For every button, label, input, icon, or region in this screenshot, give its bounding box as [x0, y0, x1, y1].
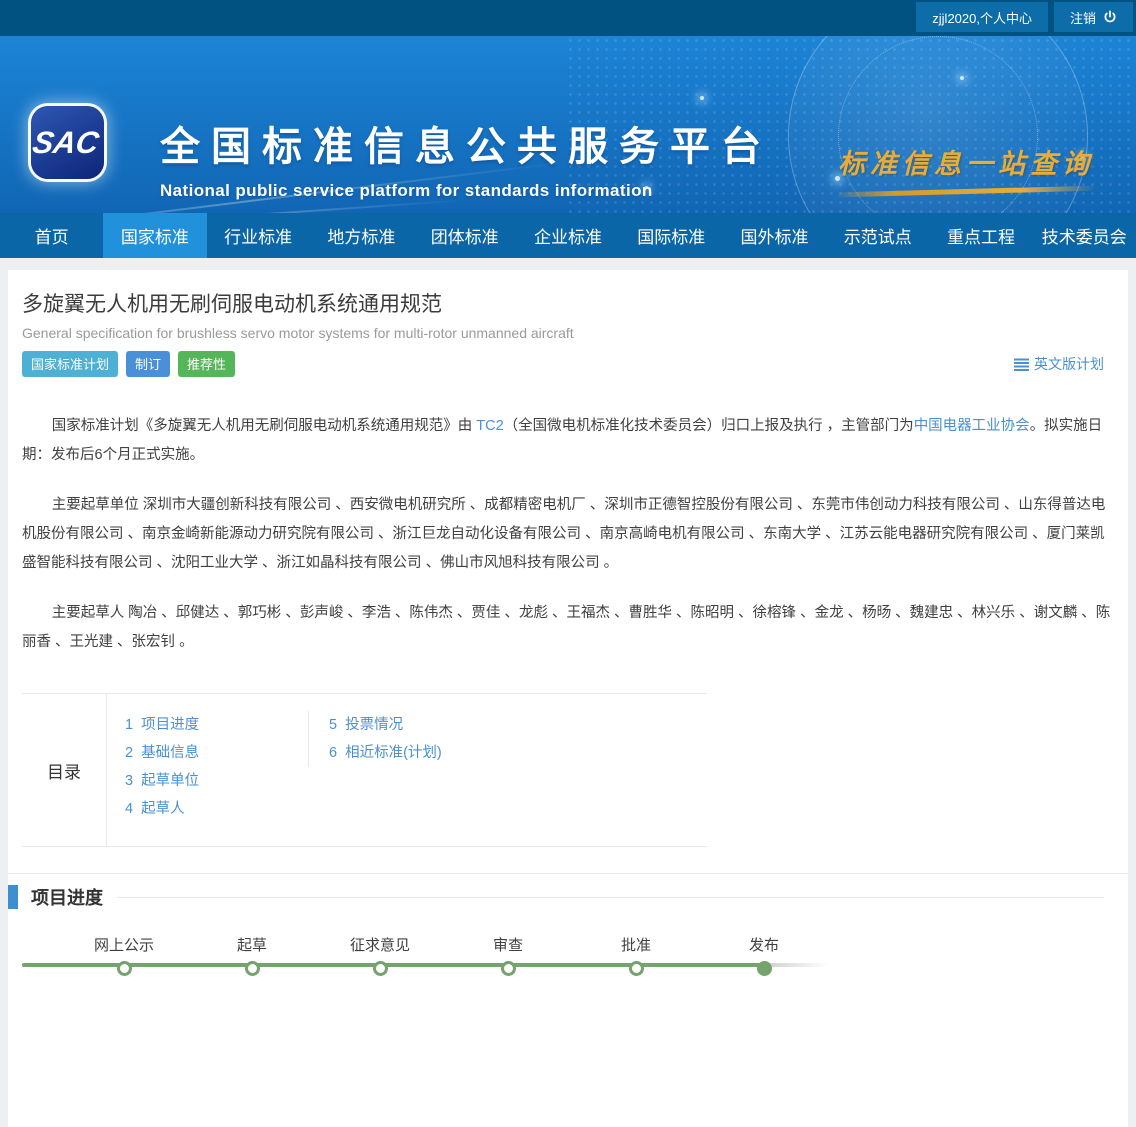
sac-logo[interactable]: SAC	[31, 106, 104, 179]
slogan-text: 标准信息一站查询	[838, 142, 1094, 181]
stage-dot	[372, 961, 387, 976]
toc-link-drafting-units[interactable]: 3起草单位	[125, 773, 199, 789]
site-title-block: 全国标准信息公共服务平台 National public service pla…	[160, 114, 772, 201]
toc-link-similar-standards[interactable]: 6相近标准(计划)	[329, 745, 442, 761]
header-rule	[117, 897, 1104, 898]
nav-item-key-projects[interactable]: 重点工程	[929, 213, 1032, 258]
stage-soliciting-opinions: 征求意见	[350, 934, 410, 976]
site-title-cn: 全国标准信息公共服务平台	[160, 114, 772, 172]
stage-dot	[244, 961, 259, 976]
toc-item-drafting-units: 3起草单位	[125, 767, 308, 795]
nav-item-group-standards[interactable]: 团体标准	[413, 213, 516, 258]
stage-dot	[116, 961, 131, 976]
stage-dot	[500, 961, 515, 976]
progress-timeline: 网上公示 起草 征求意见 审查 批准 发布	[22, 934, 1114, 984]
stage-approval: 批准	[621, 934, 651, 976]
intro-paragraph: 国家标准计划《多旋翼无人机用无刷伺服电动机系统通用规范》由 TC2（全国微电机标…	[22, 412, 1114, 470]
site-banner: SAC 全国标准信息公共服务平台 National public service…	[0, 36, 1136, 213]
stage-review: 审查	[493, 934, 523, 976]
stage-drafting: 起草	[237, 934, 267, 976]
nav-item-enterprise-standards[interactable]: 企业标准	[516, 213, 619, 258]
stage-publication: 发布	[749, 934, 779, 976]
user-center-label: zjjl2020,个人中心	[932, 8, 1032, 27]
nav-item-local-standards[interactable]: 地方标准	[310, 213, 413, 258]
toc-link-drafters[interactable]: 4起草人	[125, 801, 185, 817]
intro-text: （全国微电机标准化技术委员会）归口上报及执行 ，主管部门为	[504, 418, 914, 434]
intro-text: 国家标准计划《多旋翼无人机用无刷伺服电动机系统通用规范》由	[52, 418, 477, 434]
english-version-label: 英文版计划	[1034, 354, 1104, 374]
toc-link-progress[interactable]: 1项目进度	[125, 717, 199, 733]
glow-dot	[700, 96, 704, 100]
standard-title: 多旋翼无人机用无刷伺服电动机系统通用规范	[22, 288, 1114, 318]
nav-item-foreign-standards[interactable]: 国外标准	[723, 213, 826, 258]
badge-formulate: 制订	[126, 351, 170, 377]
authority-link[interactable]: 中国电器工业协会	[914, 418, 1030, 434]
toc-item-drafters: 4起草人	[125, 795, 308, 823]
drafting-units-paragraph: 主要起草单位 深圳市大疆创新科技有限公司 、西安微电机研究所 、成都精密电机厂 …	[22, 491, 1114, 578]
stage-dot	[628, 961, 643, 976]
toc-column-2: 5投票情况 6相近标准(计划)	[308, 711, 442, 767]
nav-item-demonstration-pilot[interactable]: 示范试点	[826, 213, 929, 258]
list-icon	[1014, 358, 1029, 371]
site-title-en: National public service platform for sta…	[160, 181, 772, 201]
tc-link[interactable]: TC2	[476, 418, 503, 434]
progress-heading: 项目进度	[31, 884, 103, 910]
power-icon	[1103, 10, 1117, 24]
section-marker	[8, 885, 18, 909]
badge-row: 国家标准计划 制订 推荐性 英文版计划	[22, 351, 1114, 377]
badge-national-plan: 国家标准计划	[22, 351, 118, 377]
user-center-button[interactable]: zjjl2020,个人中心	[916, 2, 1048, 32]
nav-item-home[interactable]: 首页	[0, 213, 103, 258]
sac-logo-text: SAC	[30, 125, 106, 161]
toc-link-voting[interactable]: 5投票情况	[329, 717, 403, 733]
toc-label: 目录	[22, 694, 107, 846]
nav-item-industry-standards[interactable]: 行业标准	[207, 213, 310, 258]
section-divider	[8, 873, 1128, 874]
content-card: 多旋翼无人机用无刷伺服电动机系统通用规范 General specificati…	[8, 270, 1128, 1127]
slogan-block: 标准信息一站查询	[838, 142, 1094, 194]
nav-item-technical-committees[interactable]: 技术委员会	[1033, 213, 1136, 258]
toc-column-1: 1项目进度 2基础信息 3起草单位 4起草人	[107, 711, 308, 823]
nav-item-national-standards[interactable]: 国家标准	[103, 213, 206, 258]
toc-item-progress: 1项目进度	[125, 711, 308, 739]
drafters-paragraph: 主要起草人 陶冶 、邱健达 、郭巧彬 、彭声峻 、李浩 、陈伟杰 、贾佳 、龙彪…	[22, 599, 1114, 657]
toc-item-basic-info: 2基础信息	[125, 739, 308, 767]
progress-section-header: 项目进度	[8, 884, 1104, 910]
toc-item-similar-standards: 6相近标准(计划)	[329, 739, 442, 767]
standard-title-en: General specification for brushless serv…	[22, 325, 1114, 341]
english-version-link[interactable]: 英文版计划	[1014, 354, 1104, 374]
logout-button[interactable]: 注销	[1054, 2, 1133, 32]
glow-dot	[960, 76, 964, 80]
toc-body: 1项目进度 2基础信息 3起草单位 4起草人 5投票情况 6相近标准(计划)	[107, 694, 442, 846]
logout-label: 注销	[1070, 8, 1096, 27]
badge-recommended: 推荐性	[178, 351, 235, 377]
topbar: zjjl2020,个人中心 注销	[0, 0, 1136, 36]
stage-dot	[756, 961, 771, 976]
toc-item-voting: 5投票情况	[329, 711, 442, 739]
stage-online-publicity: 网上公示	[94, 934, 154, 976]
table-of-contents: 目录 1项目进度 2基础信息 3起草单位 4起草人 5投票情况 6相近标准(计划…	[22, 693, 707, 847]
main-nav: 首页 国家标准 行业标准 地方标准 团体标准 企业标准 国际标准 国外标准 示范…	[0, 213, 1136, 258]
toc-link-basic-info[interactable]: 2基础信息	[125, 745, 199, 761]
nav-item-international-standards[interactable]: 国际标准	[620, 213, 723, 258]
